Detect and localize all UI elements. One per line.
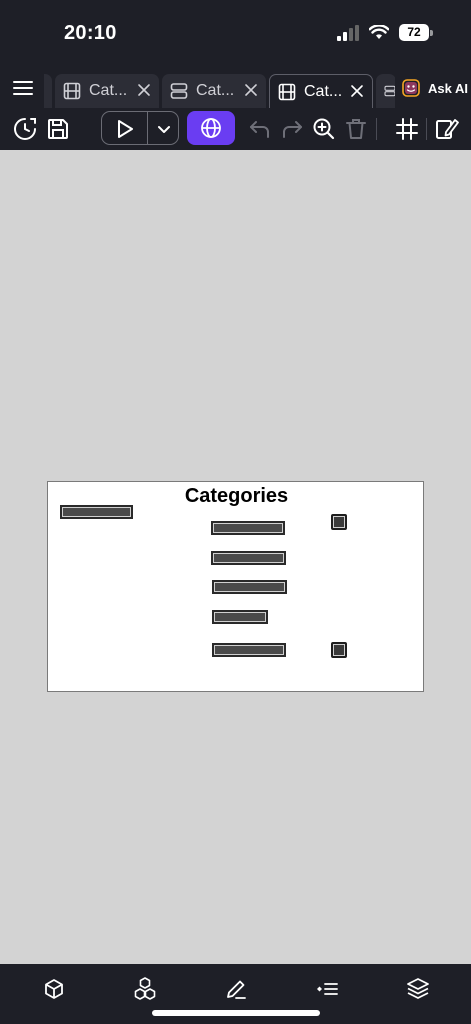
edit-icon[interactable] bbox=[434, 116, 460, 142]
toolbar-divider bbox=[426, 118, 427, 140]
film-icon bbox=[278, 83, 296, 100]
status-bar: 20:10 72 bbox=[0, 0, 471, 68]
play-button-group bbox=[101, 111, 179, 145]
grid-icon[interactable] bbox=[394, 116, 420, 142]
category-bar-4[interactable] bbox=[212, 610, 268, 624]
layers-icon[interactable] bbox=[405, 976, 431, 1002]
play-icon[interactable] bbox=[114, 118, 136, 140]
layout-rows-icon bbox=[170, 83, 188, 99]
cube-icon[interactable] bbox=[41, 976, 67, 1002]
categories-frame[interactable]: Categories bbox=[47, 481, 424, 692]
zoom-in-icon[interactable] bbox=[311, 116, 337, 142]
design-canvas[interactable]: Categories bbox=[0, 150, 471, 964]
trash-icon[interactable] bbox=[343, 116, 369, 142]
close-icon[interactable] bbox=[350, 84, 364, 98]
undo-icon[interactable] bbox=[247, 116, 273, 142]
redo-icon[interactable] bbox=[279, 116, 305, 142]
chevron-down-icon[interactable] bbox=[156, 121, 172, 137]
tab-overflow-left[interactable] bbox=[44, 74, 52, 108]
wifi-icon bbox=[369, 25, 389, 39]
battery-indicator: 72 bbox=[399, 24, 433, 41]
save-icon[interactable] bbox=[45, 116, 71, 142]
status-icons: 72 bbox=[337, 24, 433, 41]
film-icon bbox=[63, 82, 81, 100]
tab-1[interactable]: Cat... bbox=[55, 74, 159, 108]
home-indicator[interactable] bbox=[152, 1010, 320, 1016]
battery-tip bbox=[430, 29, 433, 36]
tab-label: Cat... bbox=[304, 82, 342, 100]
publish-button[interactable] bbox=[187, 111, 235, 145]
tab-2[interactable]: Cat... bbox=[162, 74, 266, 108]
smiley-icon bbox=[402, 79, 420, 97]
battery-level: 72 bbox=[399, 24, 429, 41]
tab-label: Cat... bbox=[89, 82, 127, 99]
category-bar-1[interactable] bbox=[211, 521, 285, 535]
list-icon[interactable] bbox=[314, 976, 340, 1002]
toolbar bbox=[0, 108, 471, 150]
ask-ai-label: Ask AI bbox=[428, 80, 468, 96]
hamburger-menu-icon[interactable] bbox=[10, 76, 38, 100]
category-bar-3[interactable] bbox=[212, 580, 287, 594]
divider bbox=[147, 112, 148, 144]
placeholder-bar-left[interactable] bbox=[60, 505, 133, 519]
close-icon[interactable] bbox=[244, 83, 258, 97]
category-toggle-1[interactable] bbox=[331, 514, 347, 530]
cubes-icon[interactable] bbox=[132, 976, 158, 1002]
signal-icon bbox=[337, 24, 359, 41]
category-bar-2[interactable] bbox=[211, 551, 286, 565]
toolbar-divider bbox=[376, 118, 377, 140]
tab-4-partial[interactable] bbox=[376, 74, 396, 108]
close-icon[interactable] bbox=[137, 83, 151, 97]
category-toggle-2[interactable] bbox=[331, 642, 347, 658]
history-icon[interactable] bbox=[12, 116, 38, 142]
tab-label: Cat... bbox=[196, 82, 234, 99]
category-bar-5[interactable] bbox=[212, 643, 286, 657]
clock: 20:10 bbox=[64, 22, 117, 44]
globe-icon bbox=[201, 118, 221, 138]
pencil-icon[interactable] bbox=[223, 976, 249, 1002]
ask-ai-button[interactable]: Ask AI bbox=[395, 68, 471, 108]
tab-3-active[interactable]: Cat... bbox=[269, 74, 373, 108]
